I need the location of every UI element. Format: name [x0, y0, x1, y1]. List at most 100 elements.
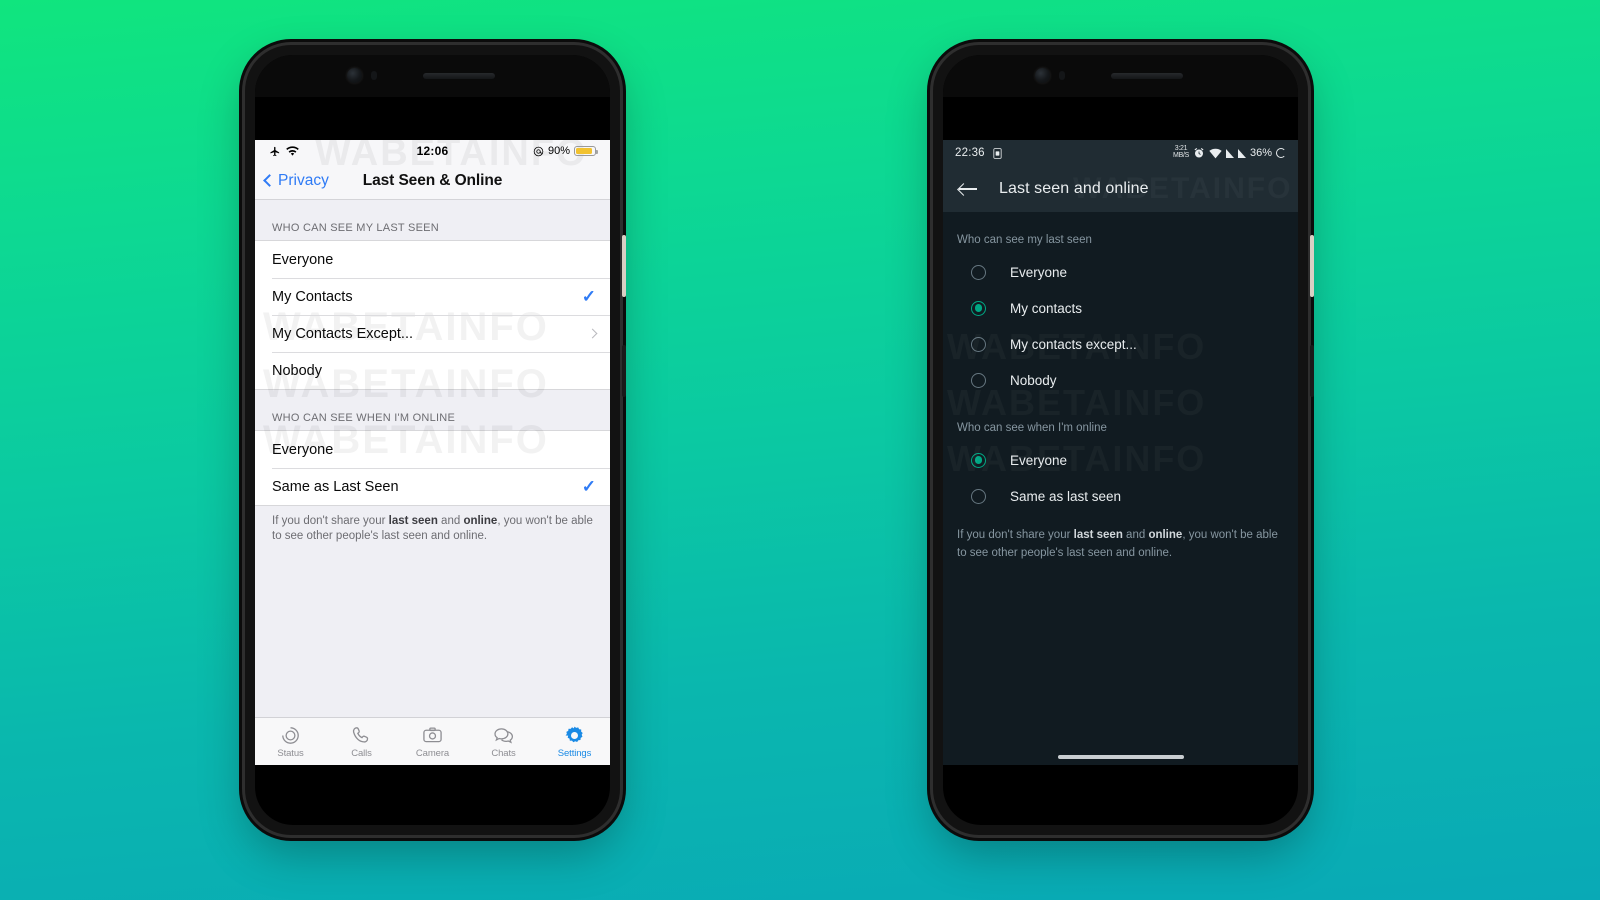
tab-label: Chats: [491, 747, 516, 759]
tab-settings[interactable]: Settings: [539, 718, 610, 765]
radio-button[interactable]: [971, 488, 986, 504]
tab-label: Settings: [557, 747, 592, 759]
option-row-my-contacts-except[interactable]: My contacts except...: [943, 326, 1298, 362]
sim-card-icon: [993, 147, 1002, 159]
option-label: My contacts: [1010, 300, 1083, 316]
option-label: Everyone: [272, 251, 334, 268]
radio-button[interactable]: [971, 372, 986, 388]
proximity-sensor-icon: [1059, 71, 1065, 80]
tab-label: Status: [277, 747, 304, 759]
option-row-nobody[interactable]: Nobody: [255, 352, 610, 389]
phone-icon: [351, 725, 372, 746]
volume-button[interactable]: [1310, 235, 1314, 297]
ios-phone-screen-area: 12:06 90% Privacy Last Seen & Online WAB…: [255, 55, 610, 825]
ios-phone-frame: 12:06 90% Privacy Last Seen & Online WAB…: [245, 45, 626, 835]
option-label: Nobody: [272, 362, 322, 379]
gear-icon: [564, 725, 585, 746]
option-row-everyone[interactable]: Everyone: [943, 254, 1298, 290]
android-top-bezel: [943, 55, 1298, 97]
gesture-home-bar[interactable]: [1057, 755, 1184, 759]
ios-tab-bar: Status Calls Camera Chats Settings: [255, 717, 610, 765]
android-nav-bar: Last seen and online WABETAINFO: [943, 166, 1298, 212]
page-title: Last seen and online: [999, 180, 1149, 197]
ios-nav-bar: Privacy Last Seen & Online: [255, 162, 610, 200]
ios-settings-list: WABETAINFO WABETAINFO WABETAINFO WABETAI…: [255, 140, 610, 765]
alarm-icon: [1194, 148, 1204, 158]
power-button[interactable]: [1310, 345, 1314, 397]
option-row-same-as-last-seen[interactable]: Same as last seen: [943, 478, 1298, 514]
android-status-icons: 3:21 MB/S 36%: [1173, 145, 1286, 159]
back-button-label: Privacy: [278, 171, 329, 189]
android-clock: 22:36: [955, 147, 985, 159]
footer-emphasis: online: [463, 515, 498, 527]
option-row-online-everyone[interactable]: Everyone: [943, 442, 1298, 478]
footer-emphasis: last seen: [1073, 529, 1123, 541]
footer-emphasis: online: [1148, 529, 1183, 541]
option-label: Everyone: [1010, 264, 1068, 280]
option-label: My contacts except...: [1010, 336, 1137, 352]
tab-chats[interactable]: Chats: [468, 718, 539, 765]
status-icon: [280, 725, 301, 746]
tab-calls[interactable]: Calls: [326, 718, 397, 765]
section-header-last-seen: Who can see my last seen: [957, 234, 1092, 246]
nfc-icon: 3:21 MB/S: [1173, 145, 1189, 159]
battery-icon: [574, 145, 598, 157]
back-button[interactable]: Privacy: [255, 172, 329, 190]
radio-button[interactable]: [971, 336, 986, 352]
chat-icon: [493, 725, 515, 746]
ios-top-bezel: [255, 55, 610, 97]
radio-button[interactable]: [971, 264, 986, 280]
camera-icon: [422, 725, 443, 746]
arrow-left-icon[interactable]: [959, 182, 977, 196]
check-icon: ✓: [581, 477, 596, 496]
ios-status-right: 90%: [533, 145, 598, 157]
power-button[interactable]: [622, 345, 626, 397]
radio-button-selected[interactable]: [971, 300, 986, 316]
option-label: Nobody: [1010, 372, 1057, 388]
footer-text: and: [437, 515, 464, 527]
option-row-nobody[interactable]: Nobody: [943, 362, 1298, 398]
signal-icon: [1225, 148, 1234, 158]
tab-status[interactable]: Status: [255, 718, 326, 765]
android-app-screen: 22:36 3:21 MB/S 36% Last seen and online …: [943, 140, 1298, 765]
ios-option-group-online: Everyone Same as Last Seen ✓: [255, 430, 610, 506]
option-label: Same as Last Seen: [272, 478, 399, 495]
option-row-online-everyone[interactable]: Everyone: [255, 431, 610, 468]
chevron-left-icon: [263, 174, 276, 187]
chevron-right-icon: [587, 328, 598, 339]
ios-status-bar: 12:06 90%: [255, 140, 610, 162]
android-status-bar: 22:36 3:21 MB/S 36%: [943, 140, 1298, 166]
android-phone-frame: 22:36 3:21 MB/S 36% Last seen and online …: [933, 45, 1314, 835]
option-label: My Contacts Except...: [272, 325, 414, 342]
tab-camera[interactable]: Camera: [397, 718, 468, 765]
option-row-my-contacts-except[interactable]: My Contacts Except...: [255, 315, 610, 352]
option-label: Everyone: [272, 441, 334, 458]
option-row-my-contacts[interactable]: My Contacts ✓: [255, 278, 610, 315]
battery-circle-icon: [1276, 148, 1286, 158]
tab-label: Calls: [351, 747, 372, 759]
option-label: Everyone: [1010, 452, 1068, 468]
front-camera-icon: [1035, 68, 1050, 83]
option-row-same-as-last-seen[interactable]: Same as Last Seen ✓: [255, 468, 610, 505]
section-footer-note: If you don't share your last seen and on…: [255, 506, 610, 545]
option-row-my-contacts[interactable]: My contacts: [943, 290, 1298, 326]
android-phone-screen-area: 22:36 3:21 MB/S 36% Last seen and online …: [943, 55, 1298, 825]
radio-button-selected[interactable]: [971, 452, 986, 468]
tab-label: Camera: [415, 747, 450, 759]
option-row-everyone[interactable]: Everyone: [255, 241, 610, 278]
option-label: My Contacts: [272, 288, 353, 305]
proximity-sensor-icon: [371, 71, 377, 80]
volume-button[interactable]: [622, 235, 626, 297]
footer-emphasis: last seen: [388, 515, 438, 527]
ios-battery-percent: 90%: [547, 145, 570, 157]
footer-text: If you don't share your: [957, 529, 1074, 541]
low-power-icon: [533, 146, 544, 156]
footer-text: and: [1122, 529, 1149, 541]
footer-text: If you don't share your: [272, 515, 389, 527]
signal-icon: [1237, 148, 1246, 158]
android-settings-list: WABETAINFO WABETAINFO WABETAINFO Who can…: [943, 212, 1298, 563]
check-icon: ✓: [581, 287, 596, 306]
section-header-last-seen: WHO CAN SEE MY LAST SEEN: [272, 222, 439, 234]
section-footer-note: If you don't share your last seen and on…: [943, 514, 1298, 563]
wifi-icon: [1209, 148, 1222, 158]
